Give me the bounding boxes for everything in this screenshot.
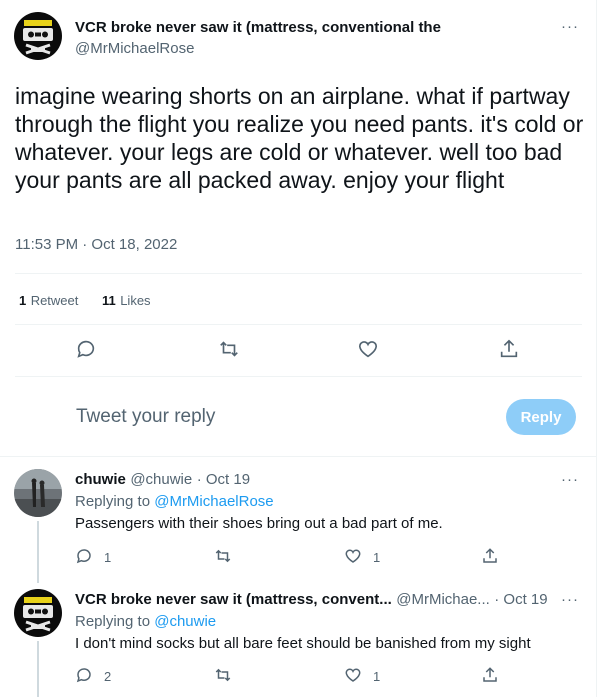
comment-icon[interactable] [75,338,97,360]
thread-line [37,641,39,697]
reply-count: 1 [104,550,112,565]
author-handle[interactable]: @MrMichaelRose [75,40,194,57]
share-icon[interactable] [481,666,499,684]
tweet-thread: VCR broke never saw it (mattress, conven… [0,0,597,697]
reply-display-name[interactable]: VCR broke never saw it (mattress, conven… [75,591,392,608]
more-icon[interactable]: ··· [561,471,579,488]
replying-to-link[interactable]: @chuwie [154,613,216,630]
reply-handle[interactable]: @MrMichae... [396,591,490,608]
reply-button[interactable]: Reply [506,399,576,435]
author-display-name[interactable]: VCR broke never saw it (mattress, conven… [75,19,441,36]
reply-display-name[interactable]: chuwie [75,471,126,488]
heart-icon[interactable] [344,666,362,684]
replying-to-prefix: Replying to [75,493,155,510]
retweet-icon[interactable] [218,338,240,360]
more-icon[interactable]: ··· [561,18,579,35]
share-icon[interactable] [498,338,520,360]
heart-icon[interactable] [344,547,362,565]
like-count: 1 [373,550,381,565]
replying-to: Replying to @MrMichaelRose [75,493,274,510]
share-icon[interactable] [481,547,499,565]
more-icon[interactable]: ··· [561,591,579,608]
retweet-icon[interactable] [214,666,232,684]
retweet-label: Retweet [30,293,79,308]
like-label: Likes [120,293,151,308]
divider [15,324,582,325]
retweet-count: 1 [19,293,27,308]
like-count: 11 [102,293,116,308]
replying-to-prefix: Replying to [75,613,155,630]
reply-header: chuwie @chuwie · Oct 19 [75,471,250,489]
heart-icon[interactable] [357,338,379,360]
tweet-text: imagine wearing shorts on an airplane. w… [15,83,584,193]
like-count: 1 [373,669,381,684]
comment-icon[interactable] [75,547,93,565]
divider [15,273,582,274]
avatar[interactable] [14,589,62,637]
retweet-stat[interactable]: 1 Retweet [19,292,78,310]
comment-icon[interactable] [75,666,93,684]
reply-handle[interactable]: @chuwie [130,471,192,488]
reply-text: I don't mind socks but all bare feet sho… [75,635,531,652]
replying-to-link[interactable]: @MrMichaelRose [154,493,273,510]
avatar[interactable] [14,12,62,60]
reply-input[interactable]: Tweet your reply [76,406,215,428]
avatar[interactable] [14,469,62,517]
retweet-icon[interactable] [214,547,232,565]
tweet-timestamp[interactable]: 11:53 PM · Oct 18, 2022 [15,236,177,253]
replying-to: Replying to @chuwie [75,613,216,630]
reply-header: VCR broke never saw it (mattress, conven… [75,591,548,609]
thread-line [37,521,39,583]
reply-count: 2 [104,669,112,684]
reply-text: Passengers with their shoes bring out a … [75,515,443,532]
reply-date[interactable]: · Oct 19 [197,471,250,488]
divider [15,376,582,377]
divider [0,456,597,457]
reply-date[interactable]: · Oct 19 [494,591,547,608]
likes-stat[interactable]: 11 Likes [102,292,151,310]
